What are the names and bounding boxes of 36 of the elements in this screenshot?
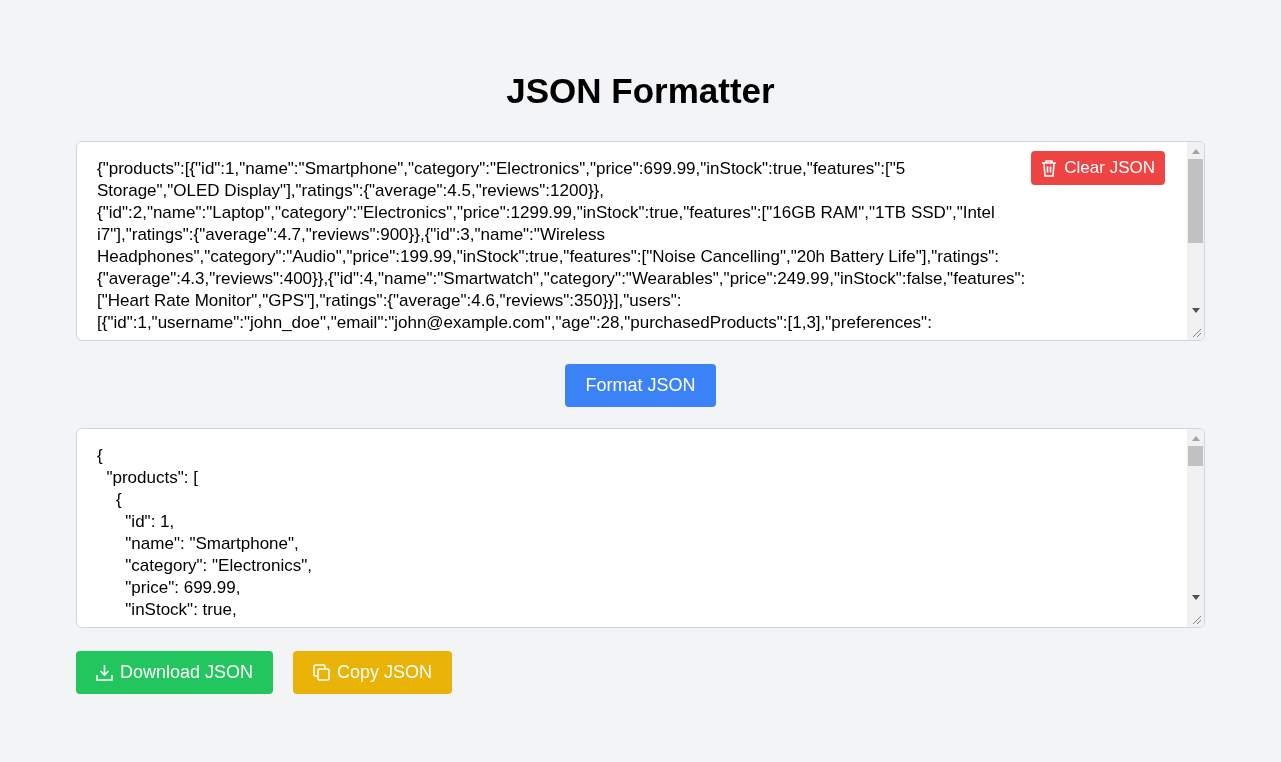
code-line: "inStock": true, [124,599,237,621]
output-field[interactable]: { "products": [ { "id": 1, "name": "Smartphone", "category": "Electronics", "price": 699.99, "inStock": true, [76,428,1205,628]
scroll-down-icon[interactable] [1191,595,1200,600]
scrollbar-thumb[interactable] [1188,159,1203,243]
scrollbar-thumb[interactable] [1188,446,1203,466]
code-line: Headphones","category":"Audio","price":199.99,"inStock":true,"features":["Noise Cancelling","20h Battery Life"],"ratings": [97,246,1000,268]
input-field[interactable] [76,141,1205,341]
code-line: i7"],"ratings":{"average":4.7,"reviews":900}},{"id":3,"name":"Wireless [97,224,606,246]
code-line: "id": 1, [124,511,175,533]
code-line: "name": "Smartphone", [124,533,299,555]
code-line: ["Heart Rate Monitor","GPS"],"ratings":{"average":4.6,"reviews":350}}],"users": [97,290,682,312]
copy-button[interactable]: Copy JSON [293,651,453,694]
code-line: "category": "Electronics", [124,555,312,577]
clear-button[interactable]: Clear JSON [1031,151,1165,185]
scroll-down-icon[interactable] [1191,308,1200,313]
resize-handle-icon[interactable] [1192,328,1201,337]
page-title: JSON Formatter [506,70,775,112]
resize-handle-icon[interactable] [1192,615,1201,624]
code-line: {"average":4.3,"reviews":400}},{"id":4,"name":"Smartwatch","category":"Wearables","price":249.99,"inStock":false,"features": [97,268,1026,290]
code-line: {"products":[{"id":1,"name":"Smartphone","category":"Electronics","price":699.99,"inStock":true,"features":["5 [97,158,906,180]
scroll-up-icon[interactable] [1191,149,1200,154]
code-line: [{"id":1,"username":"john_doe","email":"john@example.com","age":28,"purchasedProducts":[1,3],"preferences": [97,312,932,334]
code-line: "price": 699.99, [124,577,241,599]
copy-icon [313,664,331,681]
scrollbar[interactable] [1187,429,1204,627]
scrollbar[interactable] [1187,142,1204,340]
download-button[interactable]: Download JSON [76,651,274,694]
code-line: { [114,489,122,511]
code-line: "products": [ [105,467,198,489]
scroll-up-icon[interactable] [1191,436,1200,441]
download-icon [96,664,113,681]
code-line: Storage","OLED Display"],"ratings":{"average":4.5,"reviews":1200}}, [97,180,604,202]
code-line: {"id":2,"name":"Laptop","category":"Electronics","price":1299.99,"inStock":true,"features":["16GB RAM","1TB SSD","Intel [97,202,995,224]
trash-icon [1041,159,1058,177]
format-button[interactable]: Format JSON [565,364,716,407]
code-line: { [97,445,103,467]
